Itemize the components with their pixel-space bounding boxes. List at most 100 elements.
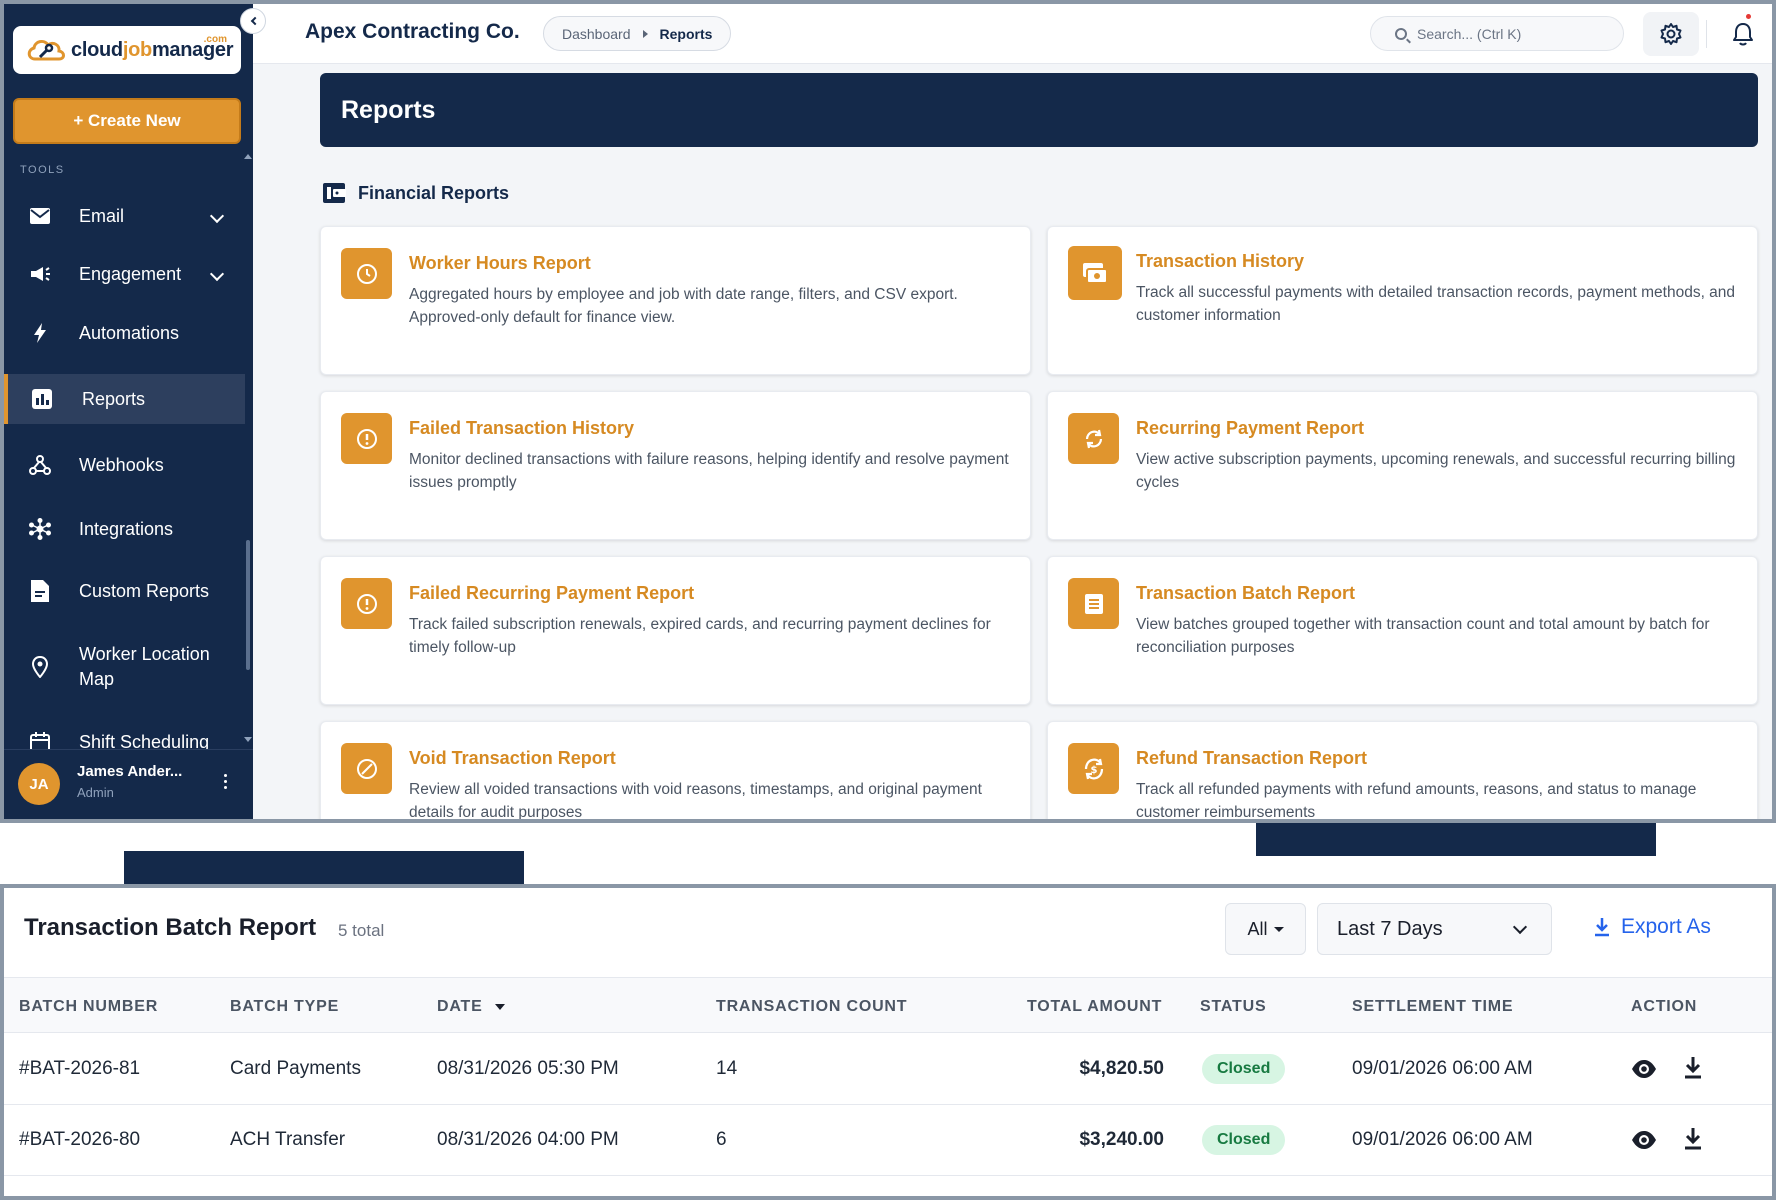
more-options-icon[interactable] xyxy=(224,774,228,792)
status-filter-value: All xyxy=(1247,918,1268,939)
date-range-select[interactable]: Last 7 Days xyxy=(1317,903,1552,955)
card-description: Monitor declined transactions with failu… xyxy=(409,451,1009,491)
report-card-void-transaction[interactable]: Void Transaction Report Review all voide… xyxy=(320,721,1031,819)
export-label: Export As xyxy=(1621,915,1711,938)
report-card-transaction-history[interactable]: Transaction History Track all successful… xyxy=(1047,226,1758,375)
report-card-failed-recurring-payment[interactable]: Failed Recurring Payment Report Track fa… xyxy=(320,556,1031,705)
download-icon[interactable] xyxy=(1682,1056,1704,1080)
cell-transaction-count: 6 xyxy=(716,1129,727,1150)
download-icon xyxy=(1595,918,1609,937)
gear-icon xyxy=(1660,23,1682,45)
cell-settlement-time: 09/01/2026 06:00 AM xyxy=(1352,1129,1533,1150)
card-title: Refund Transaction Report xyxy=(1136,748,1368,768)
alert-circle-icon xyxy=(341,413,392,464)
logo-text-a: cloud xyxy=(71,38,123,61)
report-card-recurring-payment[interactable]: Recurring Payment Report View active sub… xyxy=(1047,391,1758,540)
sidebar-item-integrations[interactable]: Integrations xyxy=(4,515,244,543)
sidebar-item-email[interactable]: Email xyxy=(4,202,244,230)
sidebar-item-label: Engagement xyxy=(79,264,182,284)
sidebar-item-label: Webhooks xyxy=(79,455,164,475)
report-card-failed-transaction-history[interactable]: Failed Transaction History Monitor decli… xyxy=(320,391,1031,540)
webhook-icon xyxy=(28,453,52,477)
table-row[interactable]: #BAT-2026-81 Card Payments 08/31/2026 05… xyxy=(4,1034,1772,1105)
create-new-button[interactable]: + Create New xyxy=(13,98,241,144)
download-icon[interactable] xyxy=(1682,1127,1704,1151)
card-title: Worker Hours Report xyxy=(409,253,591,273)
sort-desc-icon xyxy=(494,1003,505,1010)
cell-date: 08/31/2026 05:30 PM xyxy=(437,1058,619,1079)
table-row[interactable]: #BAT-2026-80 ACH Transfer 08/31/2026 04:… xyxy=(4,1105,1772,1176)
sidebar-item-label: Custom Reports xyxy=(79,581,210,601)
card-title: Failed Transaction History xyxy=(409,418,635,438)
app-window: cloudjobmanager .com + Create New TOOLS … xyxy=(0,0,1776,823)
export-as-button[interactable]: Export As xyxy=(1593,915,1711,939)
caret-down-icon xyxy=(1273,926,1284,932)
cell-batch-type: Card Payments xyxy=(230,1058,361,1079)
sidebar-item-label: Automations xyxy=(79,323,180,343)
breadcrumb-current: Reports xyxy=(659,25,713,42)
column-header-batch-type: BATCH TYPE xyxy=(230,998,340,1015)
column-header-date[interactable]: DATE xyxy=(437,998,505,1016)
card-description: View active subscription payments, upcom… xyxy=(1136,451,1736,491)
lightning-icon xyxy=(28,321,52,345)
company-name: Apex Contracting Co. xyxy=(305,20,520,43)
report-card-refund-transaction[interactable]: $ Refund Transaction Report Track all re… xyxy=(1047,721,1758,821)
settings-button[interactable] xyxy=(1643,12,1699,56)
sidebar-item-engagement[interactable]: Engagement xyxy=(4,260,244,288)
card-title: Void Transaction Report xyxy=(409,748,616,768)
scroll-down-arrow-icon[interactable] xyxy=(244,737,252,742)
search-input[interactable]: Search... (Ctrl K) xyxy=(1370,16,1624,51)
search-icon xyxy=(1395,27,1407,40)
user-name: James Ander... xyxy=(77,763,183,780)
logo[interactable]: cloudjobmanager .com xyxy=(13,26,241,74)
network-icon xyxy=(28,517,52,541)
total-count: 5 total xyxy=(338,921,385,940)
report-card-worker-hours[interactable]: Worker Hours Report Aggregated hours by … xyxy=(320,226,1031,375)
sidebar-item-automations[interactable]: Automations xyxy=(4,319,244,347)
breadcrumb-separator-icon xyxy=(642,29,648,38)
sidebar-item-custom-reports[interactable]: Custom Reports xyxy=(4,577,244,605)
view-eye-icon[interactable] xyxy=(1631,1127,1657,1153)
sidebar-scrollbar[interactable] xyxy=(246,540,250,670)
sidebar-item-label: Email xyxy=(79,206,125,226)
section-title: Financial Reports xyxy=(358,182,510,203)
cash-icon xyxy=(1068,246,1122,300)
card-title: Transaction History xyxy=(1136,251,1305,271)
cell-settlement-time: 09/01/2026 06:00 AM xyxy=(1352,1058,1533,1079)
notifications-button[interactable] xyxy=(1723,16,1763,52)
financial-reports-heading: Financial Reports xyxy=(322,182,509,204)
scroll-up-arrow-icon[interactable] xyxy=(244,154,252,159)
card-description: View batches grouped together with trans… xyxy=(1136,616,1710,656)
sidebar: cloudjobmanager .com + Create New TOOLS … xyxy=(4,4,253,819)
cell-total-amount: $3,240.00 xyxy=(1079,1129,1164,1150)
table-header: BATCH NUMBER BATCH TYPE DATE TRANSACTION… xyxy=(4,977,1772,1033)
card-title: Recurring Payment Report xyxy=(1136,418,1365,438)
sidebar-item-label: Reports xyxy=(82,389,146,409)
header-divider xyxy=(1706,20,1707,48)
cell-batch-number: #BAT-2026-80 xyxy=(19,1129,141,1150)
location-pin-icon xyxy=(28,655,52,679)
decorative-tab-strip xyxy=(1256,823,1656,856)
view-eye-icon[interactable] xyxy=(1631,1056,1657,1082)
search-placeholder: Search... (Ctrl K) xyxy=(1417,25,1522,42)
megaphone-icon xyxy=(28,262,52,286)
cell-batch-type: ACH Transfer xyxy=(230,1129,346,1150)
date-range-value: Last 7 Days xyxy=(1337,917,1443,940)
cell-batch-number: #BAT-2026-81 xyxy=(19,1058,141,1079)
breadcrumb: Dashboard Reports xyxy=(543,16,732,51)
column-header-status: STATUS xyxy=(1200,998,1267,1015)
block-icon xyxy=(341,743,392,794)
card-description: Track all refunded payments with refund … xyxy=(1136,781,1697,821)
sidebar-item-worker-location-map[interactable]: Worker Location Map xyxy=(4,640,244,694)
breadcrumb-dashboard-link[interactable]: Dashboard xyxy=(562,26,631,42)
column-header-action: ACTION xyxy=(1631,998,1698,1015)
cell-total-amount: $4,820.50 xyxy=(1079,1058,1164,1079)
collapse-sidebar-button[interactable] xyxy=(240,8,266,34)
user-profile[interactable]: JA James Ander... Admin xyxy=(4,749,253,819)
avatar: JA xyxy=(18,763,60,805)
report-card-transaction-batch[interactable]: Transaction Batch Report View batches gr… xyxy=(1047,556,1758,705)
sidebar-item-reports[interactable]: Reports xyxy=(4,374,245,424)
sidebar-item-webhooks[interactable]: Webhooks xyxy=(4,451,244,479)
status-filter-dropdown[interactable]: All xyxy=(1225,903,1306,955)
column-header-transaction-count: TRANSACTION COUNT xyxy=(716,998,908,1015)
